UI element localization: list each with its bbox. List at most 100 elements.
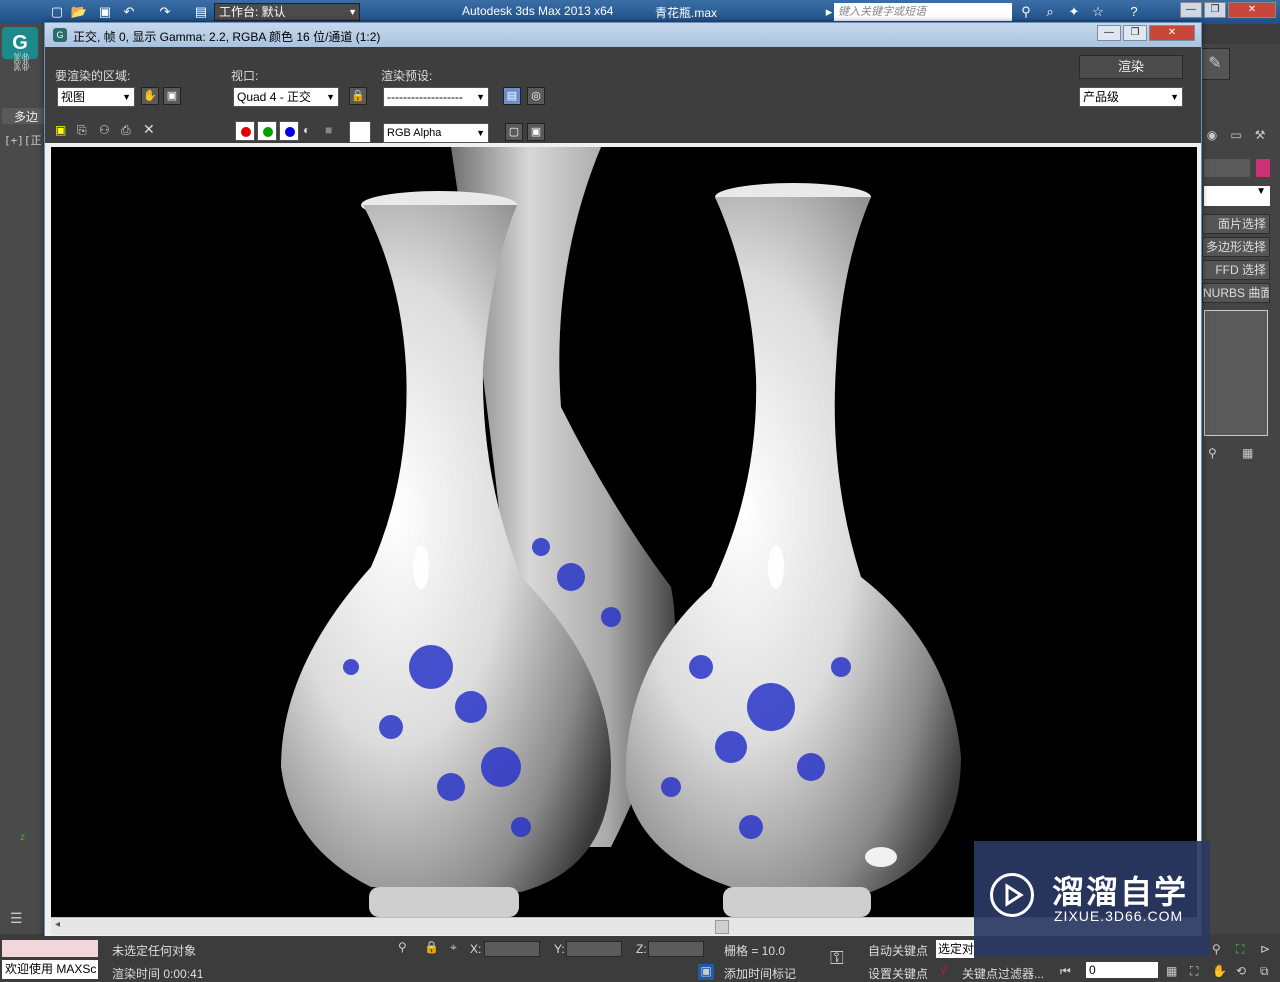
new-file-icon[interactable]: ▢	[48, 3, 66, 21]
render-canvas[interactable]	[51, 147, 1197, 917]
blue-channel-toggle[interactable]	[279, 121, 299, 141]
rendered-frame-window: G 正交, 帧 0, 显示 Gamma: 2.2, RGBA 颜色 16 位/通…	[44, 22, 1202, 940]
object-color-swatch[interactable]	[1256, 159, 1270, 177]
subscription-icon[interactable]: ✦	[1064, 3, 1084, 21]
redo-icon[interactable]: ↷	[156, 3, 174, 21]
render-button[interactable]: 渲染	[1079, 55, 1183, 79]
nurbs-select-button[interactable]: NURBS 曲面选择	[1202, 283, 1270, 303]
copy-image-icon[interactable]: ⎘	[77, 123, 87, 138]
modifier-list-dropdown[interactable]: ▼	[1204, 186, 1270, 206]
patch-select-button[interactable]: 面片选择	[1202, 214, 1270, 234]
maximize-viewport-icon[interactable]: ⧉	[1260, 964, 1269, 979]
zoom-extents-icon[interactable]: ⛶	[1190, 964, 1198, 979]
link-icon[interactable]: ⛓	[10, 52, 33, 73]
field-of-view-icon[interactable]: ⊳	[1260, 942, 1270, 956]
minimize-icon[interactable]: —	[1097, 25, 1121, 41]
quality-select[interactable]: 产品级 ▼	[1079, 87, 1183, 107]
render-setup-icon[interactable]: ▤	[503, 87, 521, 105]
zoom-icon[interactable]: ⚲	[1212, 942, 1221, 956]
auto-key-button[interactable]: 自动关键点	[868, 942, 928, 959]
save-file-icon[interactable]: ▣	[96, 3, 114, 21]
object-name-field[interactable]	[1204, 159, 1250, 177]
clear-icon[interactable]: ✕	[143, 121, 155, 138]
maximize-icon[interactable]: ❐	[1123, 25, 1147, 41]
monochrome-icon[interactable]: ■	[325, 123, 332, 137]
modify-icon[interactable]: ✎	[1200, 48, 1230, 80]
viewport-value: Quad 4 - 正交	[237, 90, 312, 104]
help-icon[interactable]: ?	[1124, 3, 1144, 21]
selected-set-field[interactable]: 选定对	[936, 940, 974, 958]
toggle-ui-overlay-icon[interactable]: ▢	[505, 123, 523, 141]
chevron-down-icon: ▼	[1256, 186, 1266, 197]
pin-stack-icon[interactable]: ⚲	[1208, 446, 1217, 460]
alpha-toggle-icon[interactable]: ◐	[303, 123, 310, 137]
environment-icon[interactable]: ◎	[527, 87, 545, 105]
y-coordinate-field[interactable]	[566, 941, 622, 957]
z-coordinate-field[interactable]	[648, 941, 704, 957]
isolate-icon[interactable]: ⚲	[398, 940, 407, 954]
configure-icon[interactable]: ▦	[1242, 446, 1253, 460]
channel-select[interactable]: RGB Alpha ▼	[383, 123, 489, 143]
key-filters-button[interactable]: 关键点过滤器...	[962, 965, 1044, 982]
render-controls: 要渲染的区域: 视图 ▼ ✋ ▣ 视口: Quad 4 - 正交 ▼ 🔒 渲染预…	[45, 47, 1201, 143]
selection-lock-icon[interactable]: 🔒	[424, 940, 439, 954]
orbit-icon[interactable]: ⟲	[1236, 964, 1246, 978]
open-file-icon[interactable]: 📂	[70, 3, 88, 21]
key-icon[interactable]: ⚿	[830, 948, 844, 969]
maxscript-listener[interactable]: 欢迎使用 MAXSc	[2, 960, 98, 979]
undo-icon[interactable]: ↶	[120, 3, 138, 21]
search-icon[interactable]: ⌕	[1040, 3, 1060, 21]
toggle-ui-icon[interactable]: ▣	[527, 123, 545, 141]
panel-toggle-icon[interactable]: ☰	[10, 910, 23, 927]
print-icon[interactable]: ⎙	[121, 123, 131, 138]
project-folder-icon[interactable]: ▤	[192, 3, 210, 21]
utilities-icon[interactable]: ⚒	[1250, 128, 1270, 148]
green-channel-toggle[interactable]	[257, 121, 277, 141]
edit-region-icon[interactable]: ✋	[141, 87, 159, 105]
watermark-title: 溜溜自学	[1052, 874, 1189, 910]
ribbon-tab[interactable]: 多边	[2, 108, 44, 124]
app-title: Autodesk 3ds Max 2013 x64	[462, 4, 614, 18]
absolute-mode-icon[interactable]: ⌖	[450, 940, 457, 955]
scrollbar-thumb[interactable]	[715, 920, 729, 934]
modifier-stack-list[interactable]	[1204, 310, 1268, 436]
preset-select[interactable]: ------------------- ▼	[383, 87, 489, 107]
favorites-icon[interactable]: ☆	[1088, 3, 1108, 21]
maximize-icon[interactable]: ❐	[1204, 2, 1226, 18]
display-icon[interactable]: ◉	[1202, 128, 1222, 148]
red-channel-toggle[interactable]	[235, 121, 255, 141]
time-config-icon[interactable]: ▦	[1166, 964, 1177, 978]
time-tag-icon[interactable]: ▣	[698, 964, 714, 980]
maxscript-listener-top[interactable]	[2, 940, 98, 957]
pan-icon[interactable]: ✋	[1212, 964, 1227, 978]
save-image-icon[interactable]: ▣	[55, 123, 66, 137]
close-icon[interactable]: ✕	[1149, 25, 1195, 41]
render-window-title-bar[interactable]: G 正交, 帧 0, 显示 Gamma: 2.2, RGBA 颜色 16 位/通…	[45, 23, 1201, 47]
y-label: Y:	[554, 942, 565, 956]
binoculars-icon[interactable]: ⚲	[1016, 3, 1036, 21]
minimize-icon[interactable]: —	[1180, 2, 1202, 18]
monitor-icon[interactable]: ▭	[1226, 128, 1246, 148]
viewport-label[interactable]: [+][正	[4, 132, 42, 148]
add-time-tag[interactable]: 添加时间标记	[724, 965, 796, 982]
current-frame-spinner[interactable]: 0	[1086, 962, 1158, 978]
color-swatch[interactable]	[349, 121, 371, 143]
set-key-button[interactable]: 设置关键点	[868, 965, 928, 982]
ffd-select-button[interactable]: FFD 选择	[1202, 260, 1270, 280]
scroll-left-icon[interactable]: ◂	[55, 919, 60, 930]
workspace-select[interactable]: 工作台: 默认 ▼	[214, 3, 360, 21]
max-title-bar: ▢ 📂 ▣ ↶ ↷ ▤ 工作台: 默认 ▼ Autodesk 3ds Max 2…	[0, 0, 1280, 24]
lock-icon[interactable]: 🔒	[349, 87, 367, 105]
clone-frame-icon[interactable]: ⚇	[99, 123, 110, 137]
viewport-select[interactable]: Quad 4 - 正交 ▼	[233, 87, 339, 107]
x-coordinate-field[interactable]	[484, 941, 540, 957]
auto-region-icon[interactable]: ▣	[163, 87, 181, 105]
close-icon[interactable]: ✕	[1228, 2, 1276, 18]
workspace-label: 工作台: 默认	[219, 5, 286, 19]
zoom-all-icon[interactable]: ⛶	[1236, 942, 1244, 957]
go-to-start-icon[interactable]: ⏮	[1060, 964, 1071, 979]
poly-select-button[interactable]: 多边形选择	[1202, 237, 1270, 257]
area-select[interactable]: 视图 ▼	[57, 87, 135, 107]
curve-icon: √	[940, 963, 947, 977]
search-input[interactable]: 键入关键字或短语	[834, 3, 1012, 21]
